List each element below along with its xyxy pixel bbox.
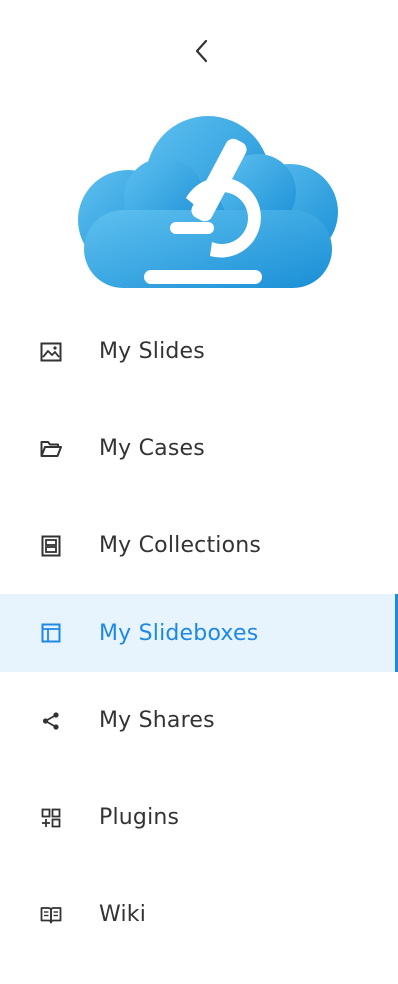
sidebar-item-my-cases[interactable]: My Cases (0, 400, 398, 497)
sidebar-item-label: Plugins (99, 805, 180, 830)
sidebar-item-label: Wiki (99, 902, 147, 927)
sidebar-nav: My Slides My Cases My Collections My Sli… (0, 303, 398, 963)
cloud-microscope-logo (78, 116, 338, 288)
sidebar-item-my-shares[interactable]: My Shares (0, 672, 398, 769)
sidebar: My Slides My Cases My Collections My Sli… (0, 0, 398, 984)
sidebar-item-my-collections[interactable]: My Collections (0, 497, 398, 594)
sidebar-item-label: My Shares (99, 708, 215, 733)
sidebar-item-plugins[interactable]: Plugins (0, 769, 398, 866)
slidebox-icon (40, 622, 62, 644)
chevron-left-icon (195, 39, 208, 63)
plugins-icon (40, 807, 62, 829)
collection-icon (40, 535, 62, 557)
sidebar-item-wiki[interactable]: Wiki (0, 866, 398, 963)
image-icon (40, 341, 62, 363)
sidebar-item-my-slideboxes[interactable]: My Slideboxes (0, 594, 398, 672)
sidebar-item-label: My Slides (99, 339, 205, 364)
share-icon (40, 710, 62, 732)
sidebar-item-label: My Slideboxes (99, 620, 259, 646)
collapse-sidebar-button[interactable] (189, 32, 215, 70)
folder-open-icon (40, 438, 62, 460)
book-icon (40, 904, 62, 926)
sidebar-item-my-slides[interactable]: My Slides (0, 303, 398, 400)
sidebar-item-label: My Collections (99, 533, 262, 558)
sidebar-item-label: My Cases (99, 436, 205, 461)
